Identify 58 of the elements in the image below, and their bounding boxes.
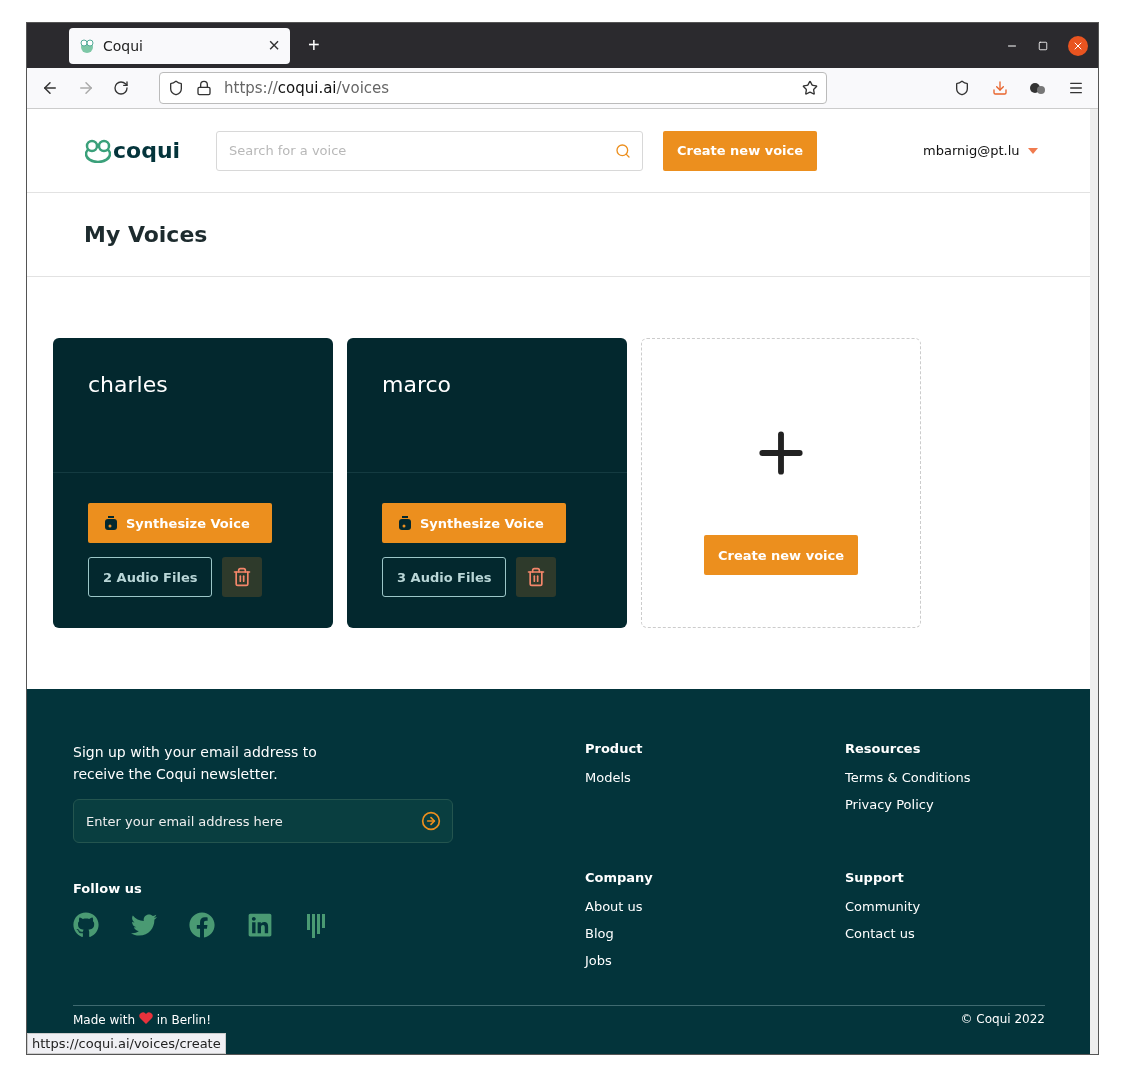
extensions-icon[interactable] <box>1030 81 1046 95</box>
tab-close-button[interactable]: × <box>268 34 280 57</box>
maximize-icon[interactable] <box>1038 40 1048 51</box>
footer-link[interactable]: Terms & Conditions <box>845 770 1045 785</box>
footer-link[interactable]: Models <box>585 770 845 785</box>
voice-name: charles <box>88 372 168 397</box>
footer-link[interactable]: About us <box>585 898 845 914</box>
footer-link[interactable]: Blog <box>585 925 845 941</box>
tab-title: Coqui <box>103 37 144 54</box>
logo-text[interactable]: coqui <box>113 138 181 163</box>
voice-name: marco <box>382 372 452 397</box>
footer-heading: Product <box>585 741 644 756</box>
footer-link[interactable]: Contact us <box>845 925 1045 941</box>
heart-icon <box>138 1012 153 1024</box>
footer-heading: Support <box>845 869 905 885</box>
menu-icon[interactable] <box>1068 80 1084 96</box>
page-title: My Voices <box>84 222 208 247</box>
footer-link[interactable]: Jobs <box>585 952 845 968</box>
shield-icon <box>168 80 184 96</box>
copyright-text: © Coqui 2022 <box>960 1012 1045 1027</box>
lock-icon <box>196 80 212 96</box>
footer-heading: Company <box>585 869 654 885</box>
footer-heading: Resources <box>845 741 922 756</box>
email-field[interactable]: Enter your email address here <box>73 799 453 843</box>
frog-logo-icon <box>85 138 111 163</box>
delete-button[interactable] <box>222 557 263 597</box>
url-text: https://coqui.ai/voices <box>224 79 391 97</box>
frog-icon <box>79 37 95 54</box>
search-field[interactable]: Search for a voice <box>216 130 643 171</box>
made-with-text: Made with in Berlin! <box>73 1012 212 1027</box>
download-icon[interactable] <box>992 80 1008 96</box>
bars-icon[interactable] <box>305 912 325 938</box>
audio-files-button[interactable]: 3 Audio Files <box>382 557 507 597</box>
footer-link[interactable]: Privacy Policy <box>845 797 1045 812</box>
facebook-icon[interactable] <box>189 912 215 938</box>
back-icon[interactable] <box>41 79 59 97</box>
linkedin-icon[interactable] <box>247 912 273 938</box>
search-icon <box>615 142 631 159</box>
caret-icon <box>1027 147 1038 154</box>
user-menu[interactable]: mbarnig@pt.lu <box>917 142 1044 159</box>
new-tab-button[interactable]: + <box>308 34 320 57</box>
trash-icon <box>526 567 547 587</box>
newsletter-text: Sign up with your email address to receive the Coqui newsletter. <box>73 743 318 784</box>
window-close-button[interactable] <box>1068 35 1088 56</box>
follow-heading: Follow us <box>73 881 143 896</box>
jar-icon <box>398 516 412 530</box>
delete-button[interactable] <box>516 557 557 597</box>
audio-files-button[interactable]: 2 Audio Files <box>88 557 213 597</box>
address-bar[interactable]: https://coqui.ai/voices <box>159 72 827 104</box>
browser-tab[interactable]: Coqui × <box>69 27 290 64</box>
github-icon[interactable] <box>73 912 99 938</box>
trash-icon <box>232 567 253 587</box>
bird-icon[interactable] <box>131 912 157 938</box>
footer-link[interactable]: Community <box>845 898 1045 914</box>
status-link-tooltip: https://coqui.ai/voices/create <box>27 1033 226 1054</box>
bookmark-star-icon[interactable] <box>802 80 818 96</box>
jar-icon <box>104 516 118 530</box>
reload-icon[interactable] <box>113 80 129 96</box>
